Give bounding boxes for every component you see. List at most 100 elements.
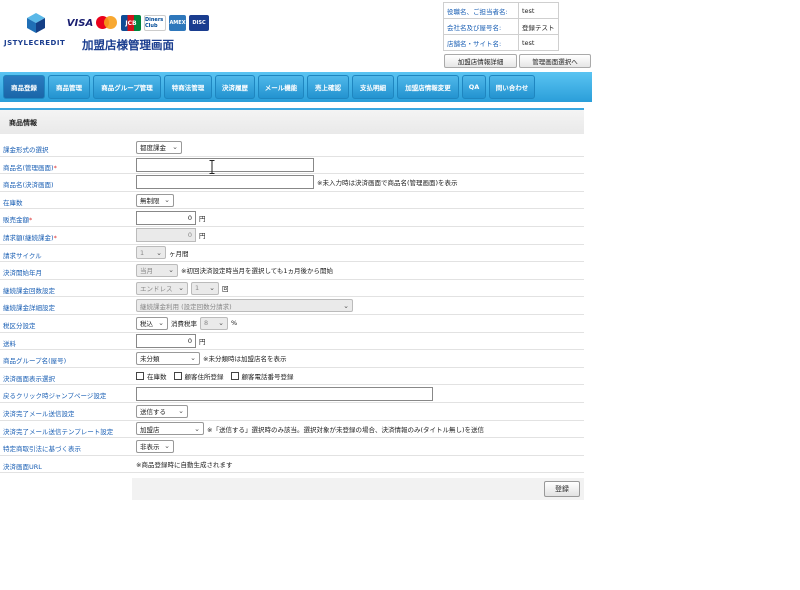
- field-label: 決済完了メール送信設定: [3, 409, 75, 418]
- nav-item-product-manage[interactable]: 商品管理: [48, 75, 90, 99]
- info-value: test: [518, 2, 559, 19]
- chevron-down-icon: ⌄: [156, 248, 162, 257]
- nav-item-payment-detail[interactable]: 支払明細: [352, 75, 394, 99]
- chevron-down-icon: ⌄: [209, 284, 215, 293]
- checkout-url-value: ※商品登録時に自動生成されます: [136, 460, 233, 469]
- field-label: 決済開始年月: [3, 269, 42, 278]
- tax-rate-label: 消費税率: [171, 320, 197, 329]
- visa-logo-icon: VISA: [67, 15, 93, 31]
- nav-item-mail[interactable]: メール機能: [258, 75, 304, 99]
- tax-type-select[interactable]: 税込 ⌄: [136, 316, 168, 330]
- checkbox-icon: [230, 372, 239, 381]
- back-url-input[interactable]: [136, 386, 433, 401]
- price-input[interactable]: 0: [136, 210, 196, 225]
- chevron-down-icon: ⌄: [178, 407, 184, 416]
- mail-send-select[interactable]: 送信する ⌄: [136, 404, 188, 418]
- chevron-down-icon: ⌄: [168, 266, 174, 275]
- page-title: 加盟店様管理画面: [82, 38, 174, 52]
- nav-item-contact[interactable]: 問い合わせ: [489, 75, 535, 99]
- recurring-count-select[interactable]: 1 ⌄: [191, 281, 219, 295]
- form-row-tokushoho: 特定商取引法に基づく表示 非表示 ⌄: [0, 438, 584, 456]
- field-note: ※初回決済設定時当月を選択しても1ヵ月後から開始: [181, 267, 334, 276]
- form-row-group: 商品グループ名(屋号) 未分類 ⌄ ※未分類時は加盟店名を表示: [0, 350, 584, 368]
- mail-template-select[interactable]: 加盟店 ⌄: [136, 422, 204, 436]
- field-label: 決済完了メール送信テンプレート設定: [3, 427, 114, 436]
- field-label: 商品グループ名(屋号): [3, 357, 67, 366]
- chevron-down-icon: ⌄: [343, 301, 349, 310]
- info-value: 登録テスト: [518, 18, 559, 35]
- nav-item-qa[interactable]: QA: [462, 75, 486, 99]
- amex-logo-icon: AMEX: [169, 15, 186, 31]
- nav-item-merchant-change[interactable]: 加盟店情報変更: [397, 75, 459, 99]
- field-label: 決済画面URL: [3, 462, 42, 471]
- unit-label: %: [231, 319, 238, 328]
- field-label: 商品名(管理画面)*: [3, 163, 57, 172]
- info-label: 役職名、ご担当者名:: [443, 2, 519, 19]
- recurring-amount-input[interactable]: 0: [136, 228, 196, 243]
- product-form: 課金形式の選択 都度課金 ⌄ 商品名(管理画面)* 商品名(決済画面) ※未入力時…: [0, 139, 584, 474]
- group-select[interactable]: 未分類 ⌄: [136, 351, 200, 365]
- merchant-detail-button[interactable]: 加盟店情報詳細: [444, 54, 517, 68]
- field-label: 課金形式の選択: [3, 146, 49, 154]
- logo-text: JSTYLECREDIT: [4, 39, 66, 47]
- chevron-down-icon: ⌄: [164, 442, 170, 451]
- tax-rate-select[interactable]: 8 ⌄: [200, 316, 228, 330]
- start-month-select[interactable]: 当月 ⌄: [136, 263, 178, 277]
- recurring-count-mode-select[interactable]: エンドレス ⌄: [136, 281, 188, 295]
- form-row-mail-send: 決済完了メール送信設定 送信する ⌄: [0, 403, 584, 421]
- info-label: 店舗名・サイト名:: [443, 34, 519, 51]
- nav-item-product-register[interactable]: 商品登録: [3, 75, 45, 99]
- field-label: 請求額(継続課金)*: [3, 233, 57, 242]
- tokushoho-select[interactable]: 非表示 ⌄: [136, 439, 174, 453]
- account-info: 役職名、ご担当者名: test 会社名及び屋号名: 登録テスト 店舗名・サイト名…: [443, 2, 559, 51]
- text-cursor-icon: [209, 160, 215, 174]
- admin-select-button[interactable]: 管理画面選択へ: [519, 54, 591, 68]
- billing-type-select[interactable]: 都度課金 ⌄: [136, 140, 182, 154]
- discover-logo-icon: DISC: [189, 15, 209, 31]
- nav-item-sales[interactable]: 売上確認: [307, 75, 349, 99]
- nav-item-payment-history[interactable]: 決済履歴: [215, 75, 255, 99]
- submit-area: 登録: [132, 478, 584, 500]
- form-row-billing-cycle: 請求サイクル 1 ⌄ ヶ月間: [0, 245, 584, 263]
- shipping-input[interactable]: 0: [136, 333, 196, 348]
- info-label: 会社名及び屋号名:: [443, 18, 519, 35]
- form-row-start-month: 決済開始年月 当月 ⌄ ※初回決済設定時当月を選択しても1ヵ月後から開始: [0, 262, 584, 280]
- nav-item-tokushoho[interactable]: 特商法管理: [164, 75, 212, 99]
- form-row-recurring-count: 継続課金回数設定 エンドレス ⌄ 1 ⌄ 回: [0, 280, 584, 298]
- recurring-detail-select[interactable]: 継続課金利用 (設定回数分請求) ⌄: [136, 299, 353, 313]
- unit-label: 円: [199, 214, 206, 223]
- customer-phone-checkbox[interactable]: 顧客電話番号登録: [230, 371, 294, 381]
- form-row-checkout-url: 決済画面URL ※商品登録時に自動生成されます: [0, 456, 584, 474]
- card-brands: VISA JCB Diners Club AMEX DISC: [67, 14, 209, 32]
- register-button[interactable]: 登録: [544, 481, 580, 497]
- chevron-down-icon: ⌄: [172, 143, 178, 152]
- unit-label: 円: [199, 337, 206, 346]
- product-name-checkout-input[interactable]: [136, 175, 314, 190]
- section-header: 商品情報: [0, 108, 584, 134]
- field-label: 販売金額*: [3, 216, 33, 225]
- checkbox-icon: [136, 372, 144, 381]
- field-label: 税区分設定: [3, 321, 36, 330]
- field-note: ※未分類時は加盟店名を表示: [203, 355, 287, 364]
- unit-label: ヶ月間: [169, 249, 189, 258]
- billing-cycle-select[interactable]: 1 ⌄: [136, 246, 166, 260]
- form-row-product-name-checkout: 商品名(決済画面) ※未入力時は決済画面で商品名(管理画面)を表示: [0, 174, 584, 192]
- unit-label: 円: [199, 232, 206, 241]
- field-label: 継続課金回数設定: [3, 286, 55, 295]
- unit-label: 回: [222, 285, 229, 294]
- customer-address-checkbox[interactable]: 顧客住所登録: [173, 371, 224, 381]
- chevron-down-icon: ⌄: [178, 284, 184, 293]
- chevron-down-icon: ⌄: [218, 319, 224, 328]
- show-stock-checkbox[interactable]: 在庫数: [136, 371, 167, 381]
- section-title: 商品情報: [9, 119, 37, 127]
- form-row-shipping: 送料 0 円: [0, 333, 584, 351]
- diners-logo-icon: Diners Club: [144, 15, 166, 31]
- field-note: ※「送信する」選択時のみ該当。選択対象が未登録の場合、決済情報のみ(タイトル無し…: [207, 425, 485, 434]
- form-row-back-url: 戻るクリック時ジャンプページ設定: [0, 385, 584, 403]
- stock-select[interactable]: 無制限 ⌄: [136, 193, 174, 207]
- form-row-mail-template: 決済完了メール送信テンプレート設定 加盟店 ⌄ ※「送信する」選択時のみ該当。選択…: [0, 421, 584, 439]
- product-name-admin-input[interactable]: [136, 157, 314, 172]
- main-nav: 商品登録 商品管理 商品グループ管理 特商法管理 決済履歴 メール機能 売上確認…: [0, 72, 592, 102]
- nav-item-product-group[interactable]: 商品グループ管理: [93, 75, 161, 99]
- form-row-product-name-admin: 商品名(管理画面)*: [0, 157, 584, 175]
